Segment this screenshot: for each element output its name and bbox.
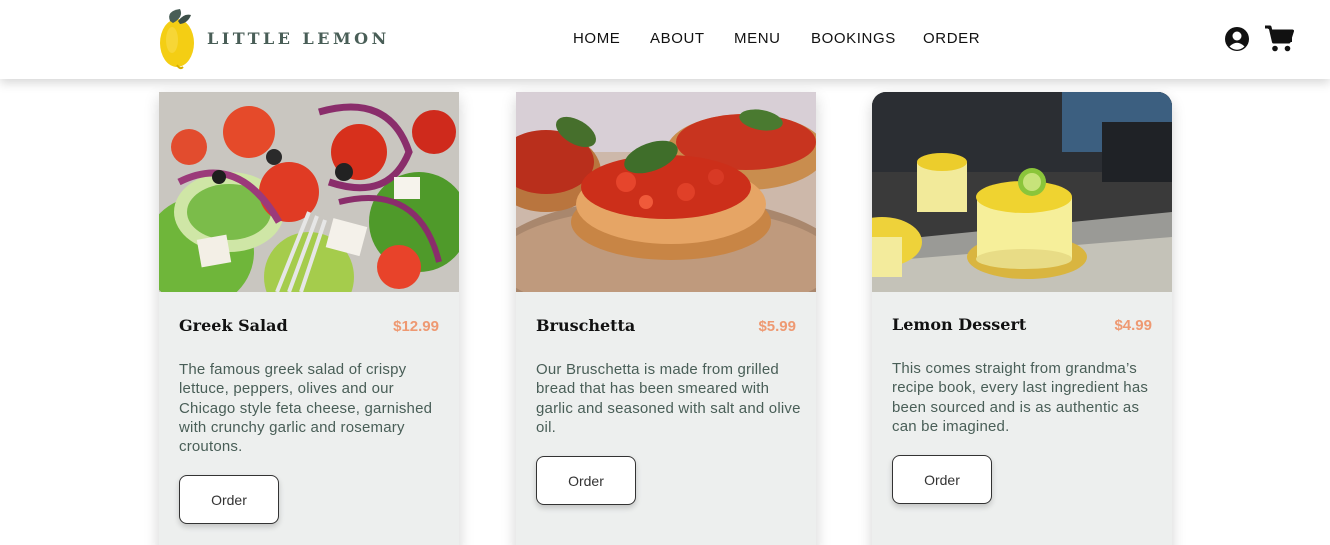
card-title: Lemon Dessert: [892, 315, 1027, 334]
card-description: The famous greek salad of crispy lettuce…: [179, 361, 433, 456]
order-button-greek-salad[interactable]: Order: [179, 475, 279, 524]
bruschetta-photo: [516, 92, 816, 292]
user-circle-icon: [1225, 27, 1249, 51]
nav-menu-link[interactable]: MENU: [734, 30, 781, 47]
special-card-lemon-dessert: Lemon Dessert $4.99 This comes straight …: [872, 92, 1172, 545]
card-price: $4.99: [1114, 317, 1152, 334]
special-card-greek-salad: Greek Salad $12.99 The famous greek sala…: [159, 92, 459, 545]
special-card-bruschetta: Bruschetta $5.99 Our Bruschetta is made …: [516, 92, 816, 545]
card-price: $5.99: [758, 318, 796, 335]
nav-bookings-link[interactable]: BOOKINGS: [811, 30, 896, 47]
nav-home-link[interactable]: HOME: [573, 30, 620, 47]
user-account-button[interactable]: [1224, 26, 1250, 52]
card-description: This comes straight from grandma’s recip…: [892, 360, 1149, 435]
shopping-cart-button[interactable]: [1264, 25, 1294, 53]
order-button-bruschetta[interactable]: Order: [536, 456, 636, 505]
shopping-cart-icon: [1265, 25, 1294, 52]
order-button-lemon-dessert[interactable]: Order: [892, 455, 992, 504]
navbar: LITTLE LEMON HOME ABOUT MENU BOOKINGS OR…: [0, 0, 1330, 79]
card-title: Greek Salad: [179, 316, 288, 335]
nav-order-link[interactable]: ORDER: [923, 30, 980, 47]
card-price: $12.99: [393, 318, 439, 335]
lemon-dessert-photo: [872, 92, 1172, 292]
card-title: Bruschetta: [536, 316, 636, 335]
greek-salad-photo: [159, 92, 459, 292]
brand-logo[interactable]: LITTLE LEMON: [158, 7, 388, 71]
card-description: Our Bruschetta is made from grilled brea…: [536, 361, 801, 436]
brand-name: LITTLE LEMON: [207, 29, 390, 48]
lemon-logo-icon: [160, 9, 194, 70]
nav-about-link[interactable]: ABOUT: [650, 30, 705, 47]
